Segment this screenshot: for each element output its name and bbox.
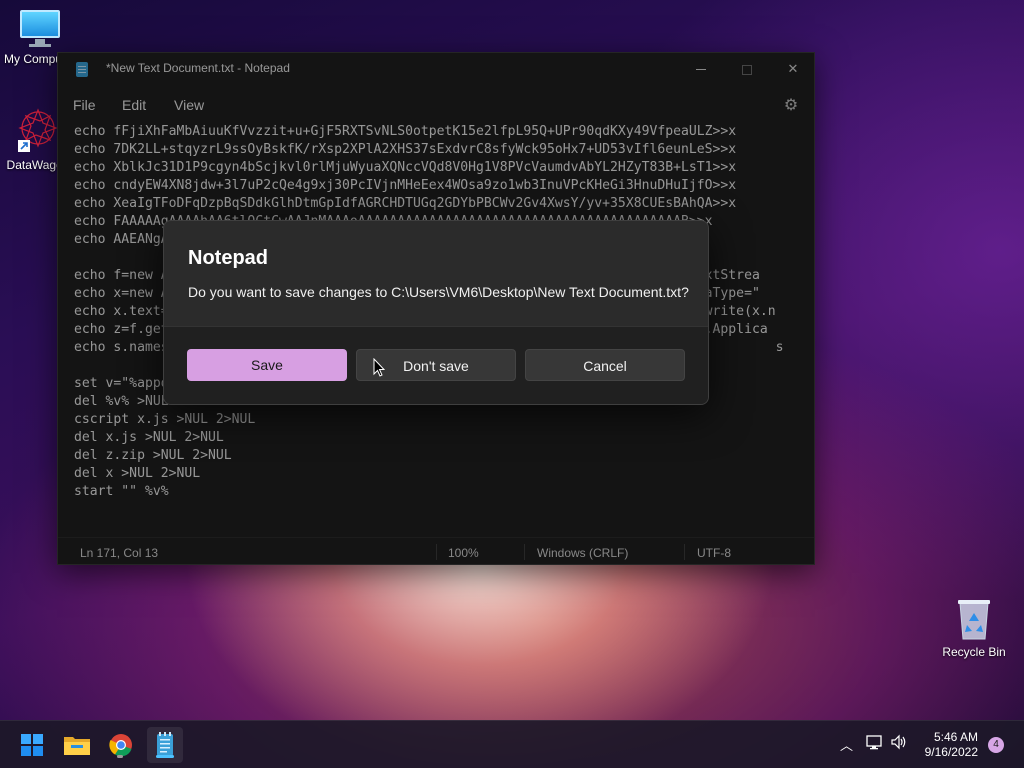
taskbar: ︿ 5:46 AM 9/16/2022 4 [0,720,1024,768]
dialog-message: Do you want to save changes to C:\Users\… [188,284,689,300]
network-icon[interactable] [866,735,884,754]
start-icon [21,734,43,756]
desktop-icon-label: Recycle Bin [942,645,1006,659]
system-clock[interactable]: 5:46 AM 9/16/2022 [912,730,978,760]
recycle-bin-icon [954,597,994,641]
chevron-up-icon[interactable]: ︿ [840,735,853,754]
active-indicator [156,755,174,758]
datawagon-app-icon [16,106,60,154]
start-button[interactable] [14,727,50,763]
save-changes-dialog: Notepad Do you want to save changes to C… [163,220,709,405]
monitor-icon [18,10,62,48]
save-button[interactable]: Save [187,349,347,381]
volume-icon[interactable] [890,734,908,753]
dialog-title: Notepad [188,247,268,269]
file-explorer-icon [64,737,90,755]
cancel-button[interactable]: Cancel [525,349,685,381]
running-indicator [117,755,123,758]
clock-date: 9/16/2022 [924,745,978,759]
notification-badge[interactable]: 4 [988,737,1004,753]
desktop-icon-recycle-bin[interactable]: Recycle Bin [936,597,1012,659]
clock-time: 5:46 AM [933,730,978,744]
mouse-pointer-icon [373,358,385,377]
file-explorer-button[interactable] [59,727,95,763]
